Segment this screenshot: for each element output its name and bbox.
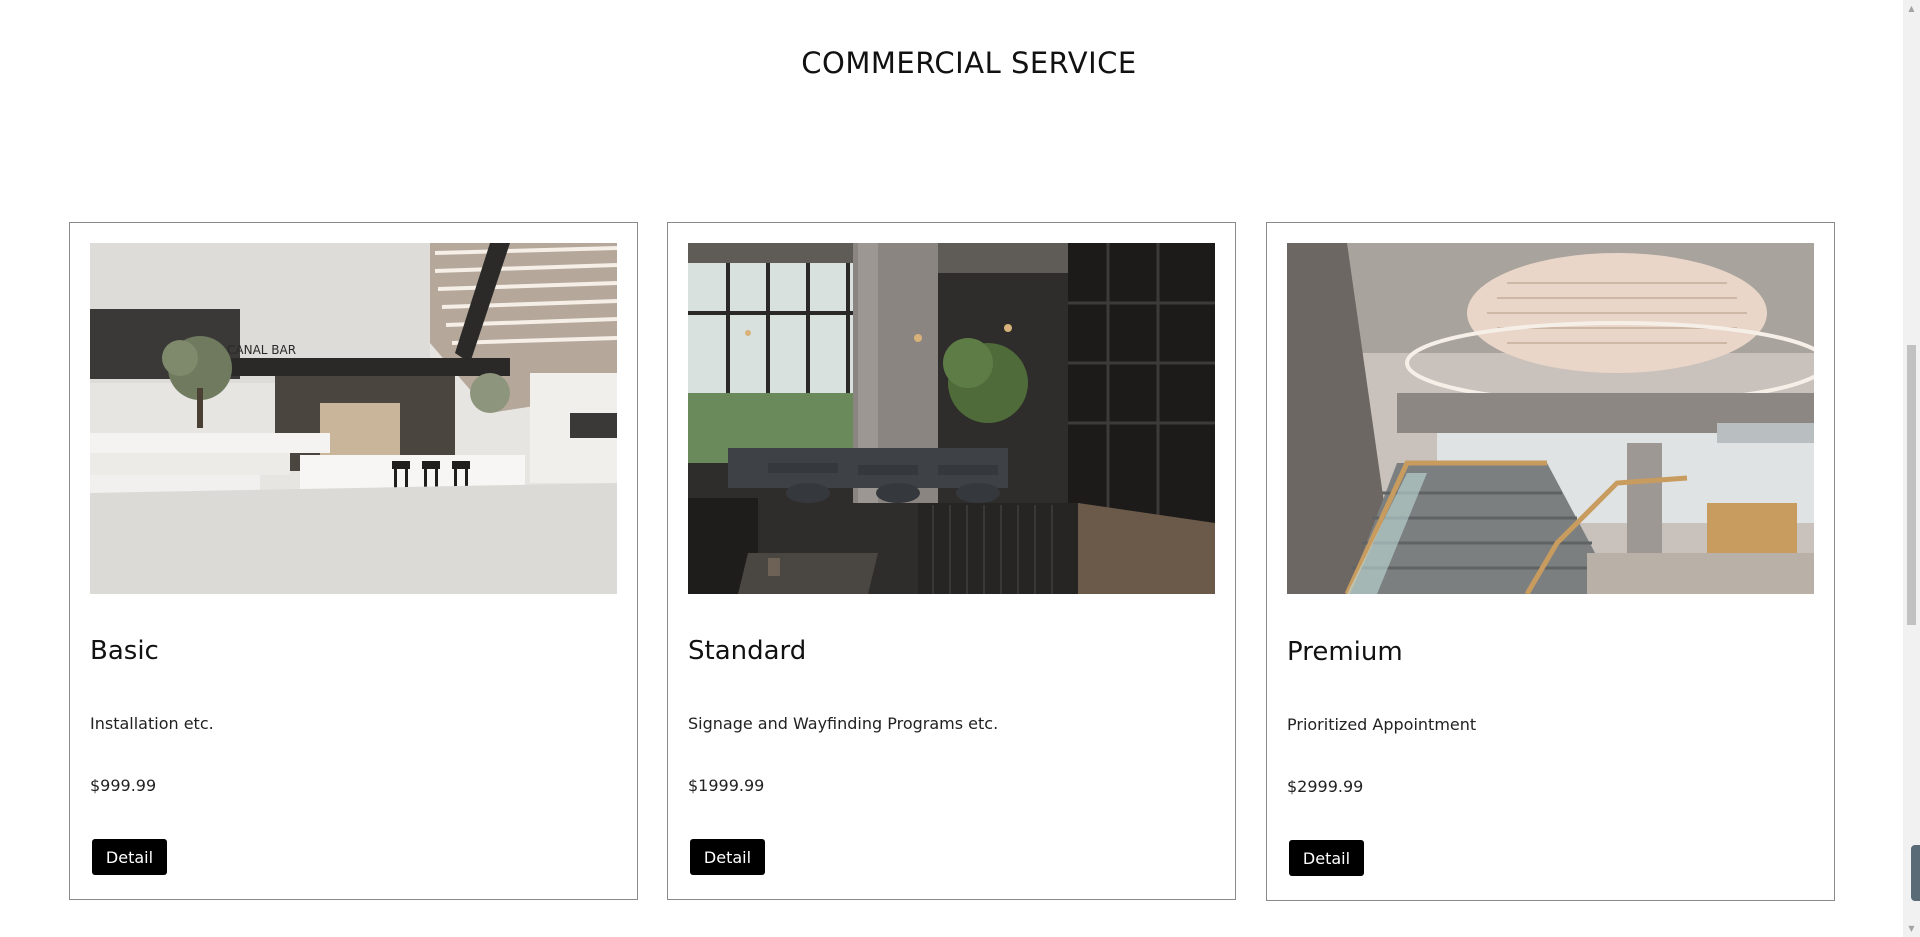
card-description: Prioritized Appointment (1287, 715, 1477, 734)
atrium-image (1287, 243, 1814, 594)
card-title: Standard (688, 636, 807, 666)
service-card-premium: Premium Prioritized Appointment $2999.99… (1266, 222, 1835, 901)
page: COMMERCIAL SERVICE CANAL BAR Basic Insta… (0, 0, 1920, 937)
service-card-standard: Standard Signage and Wayfinding Programs… (667, 222, 1236, 900)
scroll-up-arrow-icon[interactable]: ▲ (1903, 0, 1920, 17)
card-image: CANAL BAR (90, 243, 617, 594)
scroll-down-arrow-icon[interactable]: ▼ (1903, 920, 1920, 937)
card-price: $2999.99 (1287, 777, 1364, 796)
side-widget-tab[interactable] (1911, 845, 1920, 901)
section-title: COMMERCIAL SERVICE (801, 46, 1137, 80)
service-card-basic: CANAL BAR Basic Installation etc. $999.9… (69, 222, 638, 900)
card-title: Basic (90, 636, 159, 666)
card-description: Signage and Wayfinding Programs etc. (688, 714, 999, 733)
detail-button-basic[interactable]: Detail (92, 839, 167, 875)
scrollbar-thumb[interactable] (1907, 345, 1916, 625)
detail-button-premium[interactable]: Detail (1289, 840, 1364, 876)
card-image (688, 243, 1215, 594)
restaurant-image (688, 243, 1215, 594)
card-price: $1999.99 (688, 776, 765, 795)
card-image (1287, 243, 1814, 594)
card-description: Installation etc. (90, 714, 214, 733)
card-title: Premium (1287, 637, 1403, 667)
card-price: $999.99 (90, 776, 157, 795)
vertical-scrollbar[interactable]: ▲ ▼ (1903, 0, 1920, 937)
detail-button-standard[interactable]: Detail (690, 839, 765, 875)
lobby-image: CANAL BAR (90, 243, 617, 594)
canal-bar-sign: CANAL BAR (227, 343, 296, 357)
